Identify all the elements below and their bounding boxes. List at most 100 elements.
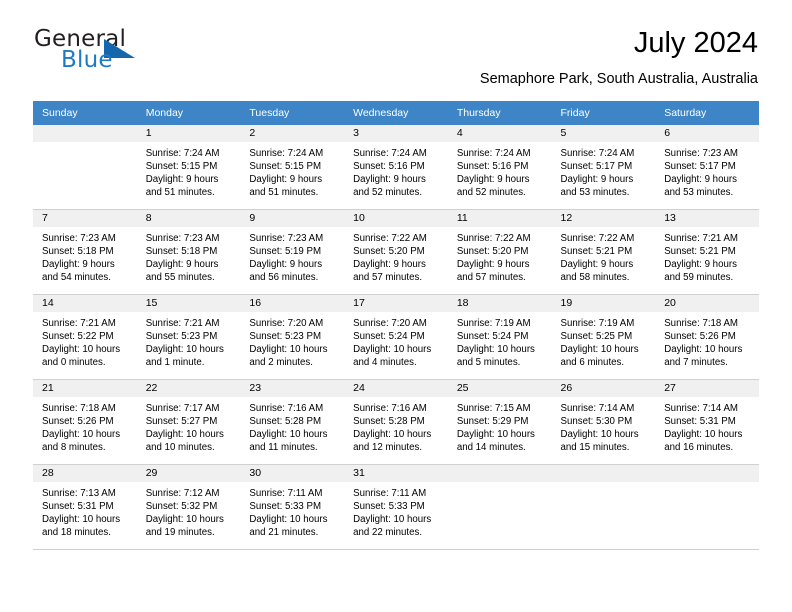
calendar-day-cell[interactable]: 15 Sunrise: 7:21 AM Sunset: 5:23 PM Dayligh… bbox=[136, 293, 241, 380]
day-details: Sunrise: 7:14 AM Sunset: 5:31 PM Daylight:… bbox=[655, 397, 759, 454]
day-detail-line: Sunset: 5:31 PM bbox=[42, 500, 114, 512]
day-detail-line: Sunset: 5:24 PM bbox=[353, 330, 425, 342]
day-detail-line: Sunrise: 7:24 AM bbox=[560, 147, 635, 159]
day-detail-line: Sunset: 5:17 PM bbox=[560, 160, 633, 172]
calendar-day-cell[interactable]: 25 Sunrise: 7:15 AM Sunset: 5:29 PM Dayligh… bbox=[447, 378, 552, 465]
day-detail-line: Daylight: 10 hours bbox=[145, 514, 224, 526]
day-detail-line: and 5 minutes. bbox=[456, 357, 521, 369]
calendar-day-cell[interactable]: 29 Sunrise: 7:12 AM Sunset: 5:32 PM Dayligh… bbox=[136, 463, 241, 550]
weekday-header-thursday: Thursday bbox=[447, 100, 552, 125]
day-number: 26 bbox=[551, 379, 656, 397]
day-detail-line: Sunset: 5:19 PM bbox=[249, 245, 322, 257]
calendar-header-row-group: Sunday Monday Tuesday Wednesday Thursday… bbox=[33, 100, 759, 125]
day-detail-line: Sunset: 5:26 PM bbox=[664, 330, 736, 342]
day-number: 23 bbox=[240, 379, 345, 397]
calendar-day-cell[interactable]: 14 Sunrise: 7:21 AM Sunset: 5:22 PM Dayligh… bbox=[33, 293, 137, 380]
calendar-day-cell[interactable]: 2 Sunrise: 7:24 AM Sunset: 5:15 PM Daylight… bbox=[240, 124, 345, 210]
day-detail-line: Daylight: 9 hours bbox=[249, 259, 323, 271]
page-title: July 2024 bbox=[633, 27, 758, 59]
day-detail-line: and 55 minutes. bbox=[145, 272, 215, 284]
calendar-day-cell[interactable]: 9 Sunrise: 7:23 AM Sunset: 5:19 PM Daylight… bbox=[240, 208, 345, 295]
calendar-day-cell[interactable]: 22 Sunrise: 7:17 AM Sunset: 5:27 PM Dayligh… bbox=[136, 378, 241, 465]
calendar-day-cell[interactable]: 1 Sunrise: 7:24 AM Sunset: 5:15 PM Daylight… bbox=[136, 124, 241, 210]
day-number: 2 bbox=[240, 124, 345, 142]
calendar-body: 1 Sunrise: 7:24 AM Sunset: 5:15 PM Daylight… bbox=[33, 124, 759, 550]
calendar-day-cell[interactable]: 31 Sunrise: 7:11 AM Sunset: 5:33 PM Dayligh… bbox=[344, 463, 448, 550]
calendar-day-cell[interactable]: 4 Sunrise: 7:24 AM Sunset: 5:16 PM Daylight… bbox=[447, 124, 552, 210]
day-details: Sunrise: 7:12 AM Sunset: 5:32 PM Daylight:… bbox=[137, 482, 241, 539]
day-detail-line: Daylight: 9 hours bbox=[664, 174, 737, 186]
calendar-day-cell[interactable]: 12 Sunrise: 7:22 AM Sunset: 5:21 PM Dayligh… bbox=[551, 208, 656, 295]
day-detail-line: and 58 minutes. bbox=[560, 272, 630, 284]
calendar-week-row: 14 Sunrise: 7:21 AM Sunset: 5:22 PM Dayligh… bbox=[33, 293, 759, 380]
day-detail-line: and 19 minutes. bbox=[145, 527, 215, 539]
day-detail-line: Sunset: 5:21 PM bbox=[664, 245, 736, 257]
calendar-day-cell[interactable]: 8 Sunrise: 7:23 AM Sunset: 5:18 PM Daylight… bbox=[136, 208, 241, 295]
weekday-header-monday: Monday bbox=[136, 100, 241, 125]
day-details: Sunrise: 7:16 AM Sunset: 5:28 PM Daylight:… bbox=[344, 397, 448, 454]
calendar-day-cell[interactable]: 27 Sunrise: 7:14 AM Sunset: 5:31 PM Dayligh… bbox=[655, 378, 759, 465]
calendar-day-cell[interactable]: 17 Sunrise: 7:20 AM Sunset: 5:24 PM Dayligh… bbox=[344, 293, 448, 380]
calendar-day-cell[interactable]: 21 Sunrise: 7:18 AM Sunset: 5:26 PM Dayligh… bbox=[33, 378, 137, 465]
day-details: Sunrise: 7:23 AM Sunset: 5:19 PM Daylight:… bbox=[240, 227, 344, 284]
day-details: Sunrise: 7:19 AM Sunset: 5:24 PM Daylight:… bbox=[448, 312, 552, 369]
day-detail-line: Sunset: 5:20 PM bbox=[456, 245, 529, 257]
calendar-day-cell[interactable]: 3 Sunrise: 7:24 AM Sunset: 5:16 PM Daylight… bbox=[344, 124, 448, 210]
day-detail-line: Daylight: 10 hours bbox=[560, 429, 639, 441]
day-detail-line: Sunrise: 7:11 AM bbox=[353, 487, 427, 499]
calendar-day-cell[interactable]: 30 Sunrise: 7:11 AM Sunset: 5:33 PM Dayligh… bbox=[240, 463, 345, 550]
calendar-day-cell[interactable]: 20 Sunrise: 7:18 AM Sunset: 5:26 PM Dayligh… bbox=[655, 293, 759, 380]
day-details: Sunrise: 7:24 AM Sunset: 5:15 PM Daylight:… bbox=[137, 142, 241, 199]
day-detail-line: and 57 minutes. bbox=[353, 272, 423, 284]
day-number: 21 bbox=[33, 379, 137, 397]
day-details: Sunrise: 7:16 AM Sunset: 5:28 PM Daylight:… bbox=[240, 397, 344, 454]
day-details: Sunrise: 7:23 AM Sunset: 5:18 PM Daylight:… bbox=[137, 227, 241, 284]
weekday-header-wednesday: Wednesday bbox=[344, 100, 448, 125]
day-detail-line: Sunset: 5:33 PM bbox=[249, 500, 322, 512]
calendar-week-row: 7 Sunrise: 7:23 AM Sunset: 5:18 PM Daylight… bbox=[33, 208, 759, 295]
calendar-day-cell[interactable]: 26 Sunrise: 7:14 AM Sunset: 5:30 PM Dayligh… bbox=[551, 378, 656, 465]
day-number: 7 bbox=[33, 209, 137, 227]
day-detail-line: Sunrise: 7:13 AM bbox=[42, 487, 116, 499]
day-detail-line: Sunrise: 7:15 AM bbox=[456, 402, 531, 414]
weekday-header-saturday: Saturday bbox=[655, 100, 759, 125]
calendar-day-cell[interactable]: 11 Sunrise: 7:22 AM Sunset: 5:20 PM Dayligh… bbox=[447, 208, 552, 295]
calendar-day-cell[interactable]: 7 Sunrise: 7:23 AM Sunset: 5:18 PM Daylight… bbox=[33, 208, 137, 295]
weekday-header-tuesday: Tuesday bbox=[240, 100, 345, 125]
day-detail-line: Daylight: 10 hours bbox=[353, 514, 432, 526]
day-detail-line: Sunrise: 7:21 AM bbox=[42, 317, 116, 329]
calendar-day-cell[interactable]: 5 Sunrise: 7:24 AM Sunset: 5:17 PM Daylight… bbox=[551, 124, 656, 210]
day-detail-line: and 18 minutes. bbox=[42, 527, 111, 539]
calendar-day-cell[interactable]: 18 Sunrise: 7:19 AM Sunset: 5:24 PM Dayligh… bbox=[447, 293, 552, 380]
day-detail-line: Daylight: 9 hours bbox=[353, 259, 426, 271]
day-details: Sunrise: 7:24 AM Sunset: 5:16 PM Daylight:… bbox=[344, 142, 448, 199]
day-detail-line: Sunrise: 7:18 AM bbox=[42, 402, 116, 414]
day-number bbox=[447, 464, 552, 482]
calendar-day-cell[interactable]: 16 Sunrise: 7:20 AM Sunset: 5:23 PM Dayligh… bbox=[240, 293, 345, 380]
calendar-day-cell[interactable]: 6 Sunrise: 7:23 AM Sunset: 5:17 PM Daylight… bbox=[655, 124, 759, 210]
day-detail-line: Sunset: 5:22 PM bbox=[42, 330, 114, 342]
calendar-day-cell[interactable]: 24 Sunrise: 7:16 AM Sunset: 5:28 PM Dayligh… bbox=[344, 378, 448, 465]
day-detail-line: Daylight: 9 hours bbox=[42, 259, 115, 271]
calendar-day-cell[interactable]: 23 Sunrise: 7:16 AM Sunset: 5:28 PM Dayligh… bbox=[240, 378, 345, 465]
day-detail-line: Sunrise: 7:11 AM bbox=[249, 487, 323, 499]
day-detail-line: Sunset: 5:18 PM bbox=[145, 245, 218, 257]
calendar-day-cell[interactable]: 19 Sunrise: 7:19 AM Sunset: 5:25 PM Dayligh… bbox=[551, 293, 656, 380]
calendar-day-cell[interactable]: 10 Sunrise: 7:22 AM Sunset: 5:20 PM Dayligh… bbox=[344, 208, 448, 295]
day-detail-line: Sunrise: 7:19 AM bbox=[560, 317, 635, 329]
day-detail-line: Sunrise: 7:14 AM bbox=[664, 402, 738, 414]
calendar-day-cell[interactable]: 13 Sunrise: 7:21 AM Sunset: 5:21 PM Dayligh… bbox=[655, 208, 759, 295]
day-detail-line: Daylight: 10 hours bbox=[353, 344, 432, 356]
day-detail-line: Sunset: 5:17 PM bbox=[664, 160, 736, 172]
day-detail-line: Daylight: 10 hours bbox=[42, 344, 121, 356]
day-detail-line: Daylight: 10 hours bbox=[42, 429, 121, 441]
calendar-page: General Blue July 2024 Semaphore Park, S… bbox=[0, 0, 792, 612]
day-detail-line: Sunset: 5:15 PM bbox=[249, 160, 322, 172]
calendar-day-cell[interactable]: 28 Sunrise: 7:13 AM Sunset: 5:31 PM Dayligh… bbox=[33, 463, 137, 550]
day-detail-line: Sunrise: 7:23 AM bbox=[664, 147, 738, 159]
day-detail-line: and 0 minutes. bbox=[42, 357, 106, 369]
day-number: 3 bbox=[344, 124, 448, 142]
day-detail-line: and 53 minutes. bbox=[664, 187, 734, 199]
day-number: 5 bbox=[551, 124, 656, 142]
day-detail-line: Daylight: 9 hours bbox=[456, 174, 530, 186]
